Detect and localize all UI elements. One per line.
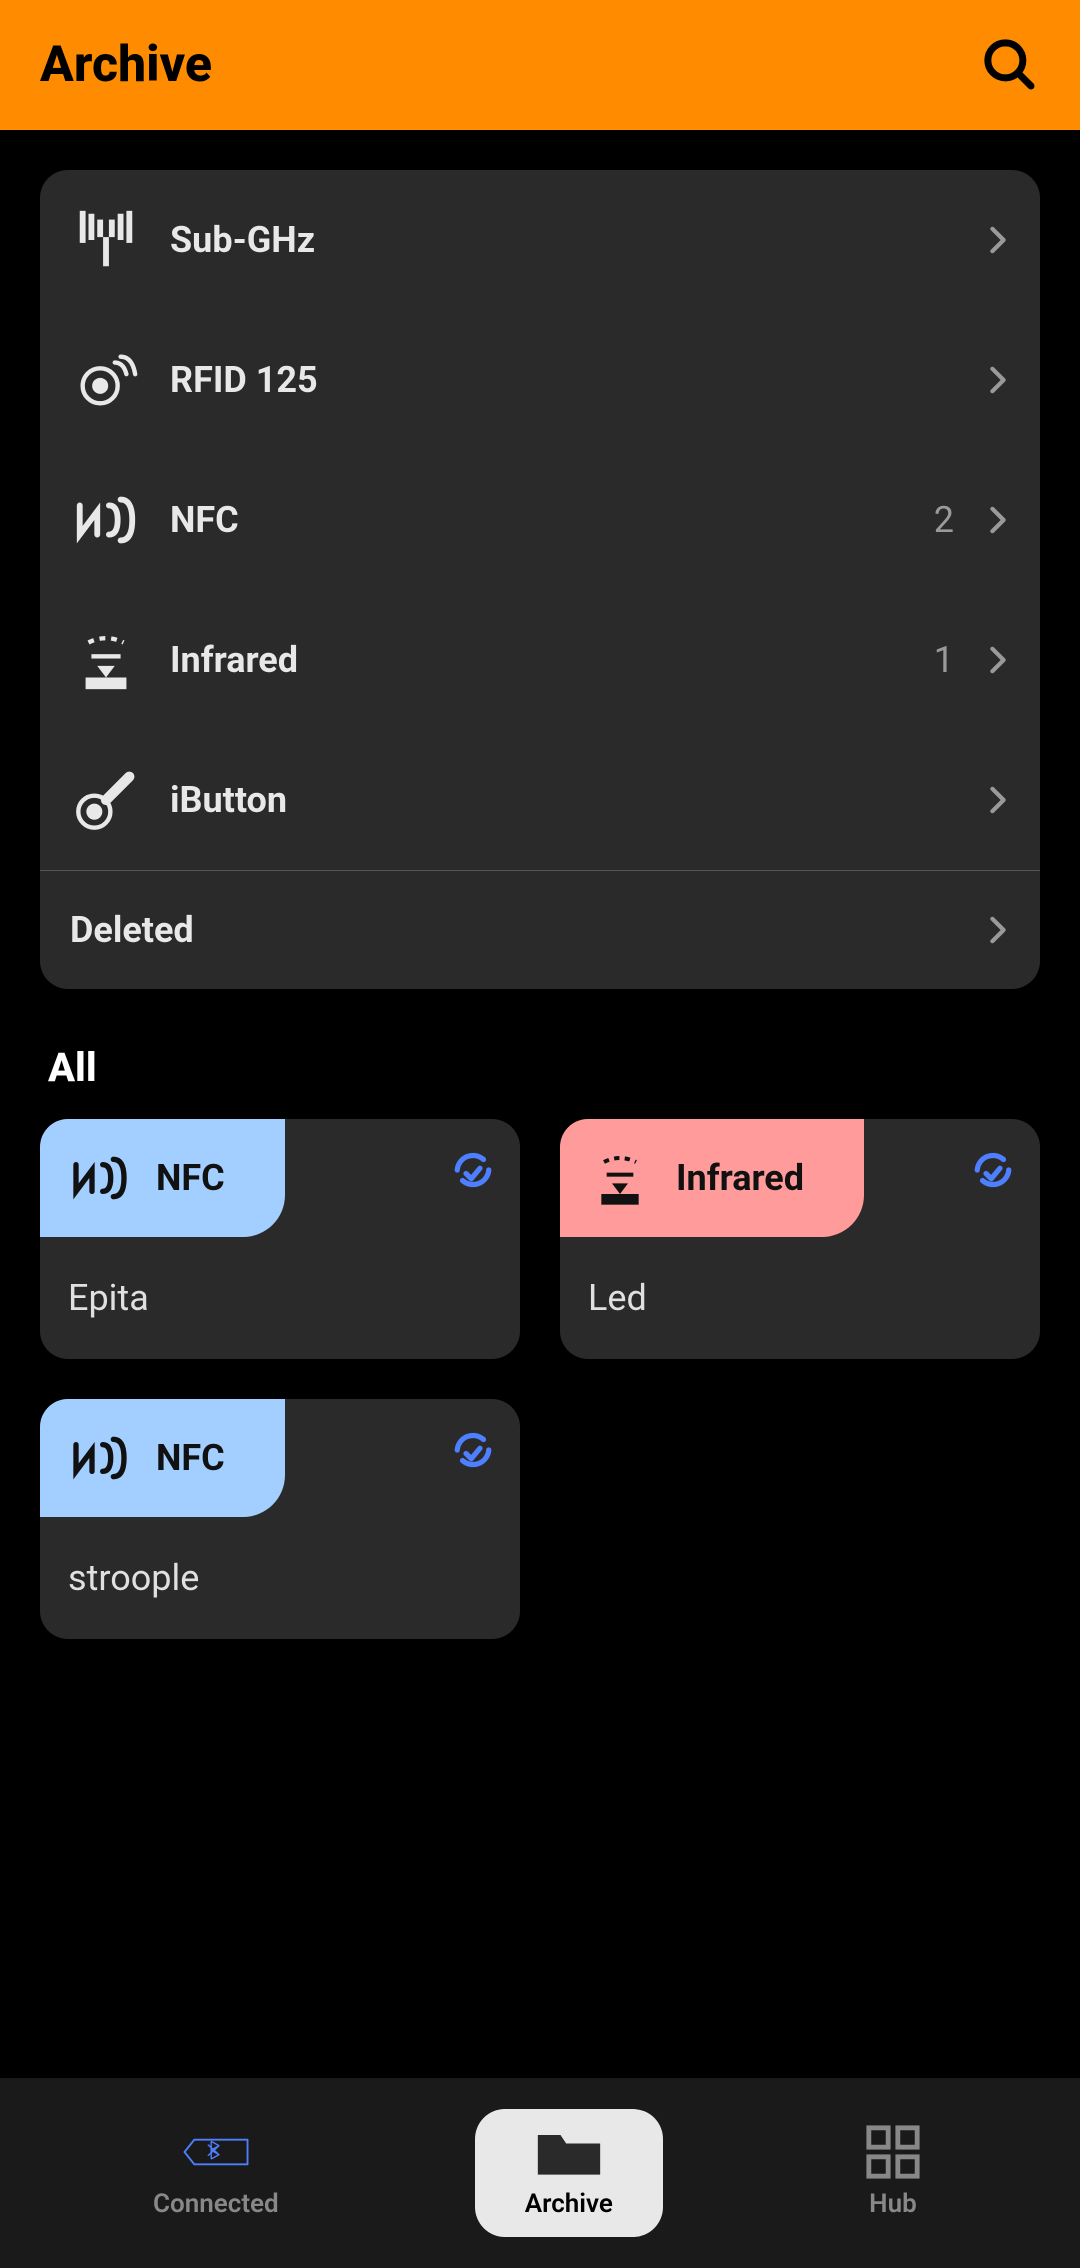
folder-item-deleted[interactable]: Deleted [40, 871, 1040, 989]
search-icon [982, 37, 1038, 93]
folder-label: RFID 125 [170, 359, 926, 401]
card-tag: Infrared [560, 1119, 864, 1237]
folder-item-subghz[interactable]: Sub-GHz [40, 170, 1040, 310]
sync-icon [972, 1149, 1014, 1191]
card-type-label: Infrared [676, 1157, 804, 1199]
bottom-nav: Connected Archive Hub [0, 2078, 1080, 2268]
infrared-icon [70, 624, 142, 696]
page-title: Archive [40, 36, 212, 94]
folder-count: 2 [934, 499, 954, 541]
folder-icon [535, 2127, 603, 2177]
sync-icon [452, 1149, 494, 1191]
folder-item-ibutton[interactable]: iButton [40, 730, 1040, 870]
folder-list: Sub-GHz RFID 125 [40, 170, 1040, 989]
card-item[interactable]: Infrared Led [560, 1119, 1040, 1359]
nav-label: Hub [869, 2189, 917, 2219]
content: Sub-GHz RFID 125 [0, 130, 1080, 1679]
header: Archive [0, 0, 1080, 130]
chevron-right-icon [986, 648, 1010, 672]
nfc-icon [66, 1424, 134, 1492]
card-name: Led [560, 1237, 1040, 1359]
chevron-right-icon [986, 508, 1010, 532]
folder-label: Sub-GHz [170, 219, 926, 261]
chevron-right-icon [986, 228, 1010, 252]
folder-label: iButton [170, 779, 926, 821]
bluetooth-icon [182, 2127, 250, 2177]
card-type-label: NFC [156, 1437, 225, 1479]
card-item[interactable]: NFC Epita [40, 1119, 520, 1359]
search-button[interactable] [980, 35, 1040, 95]
cards-grid: NFC Epita [40, 1119, 1040, 1639]
nav-archive[interactable]: Archive [475, 2109, 663, 2237]
folder-label: Deleted [70, 909, 958, 951]
folder-item-infrared[interactable]: Infrared 1 [40, 590, 1040, 730]
folder-label: Infrared [170, 639, 906, 681]
nfc-icon [70, 484, 142, 556]
card-tag: NFC [40, 1399, 285, 1517]
sync-icon [452, 1429, 494, 1471]
folder-item-rfid[interactable]: RFID 125 [40, 310, 1040, 450]
card-type-label: NFC [156, 1157, 225, 1199]
grid-icon [859, 2127, 927, 2177]
card-item[interactable]: NFC stroople [40, 1399, 520, 1639]
chevron-right-icon [986, 788, 1010, 812]
folder-count: 1 [934, 639, 954, 681]
nav-label: Archive [525, 2189, 613, 2219]
card-name: stroople [40, 1517, 520, 1639]
ibutton-icon [70, 764, 142, 836]
subghz-icon [70, 204, 142, 276]
nav-label: Connected [153, 2189, 279, 2219]
card-name: Epita [40, 1237, 520, 1359]
section-title: All [48, 1044, 1040, 1091]
rfid-icon [70, 344, 142, 416]
folder-item-nfc[interactable]: NFC 2 [40, 450, 1040, 590]
infrared-icon [586, 1144, 654, 1212]
chevron-right-icon [986, 918, 1010, 942]
nav-hub[interactable]: Hub [809, 2109, 977, 2237]
nav-connected[interactable]: Connected [103, 2109, 329, 2237]
card-tag: NFC [40, 1119, 285, 1237]
folder-label: NFC [170, 499, 906, 541]
chevron-right-icon [986, 368, 1010, 392]
nfc-icon [66, 1144, 134, 1212]
